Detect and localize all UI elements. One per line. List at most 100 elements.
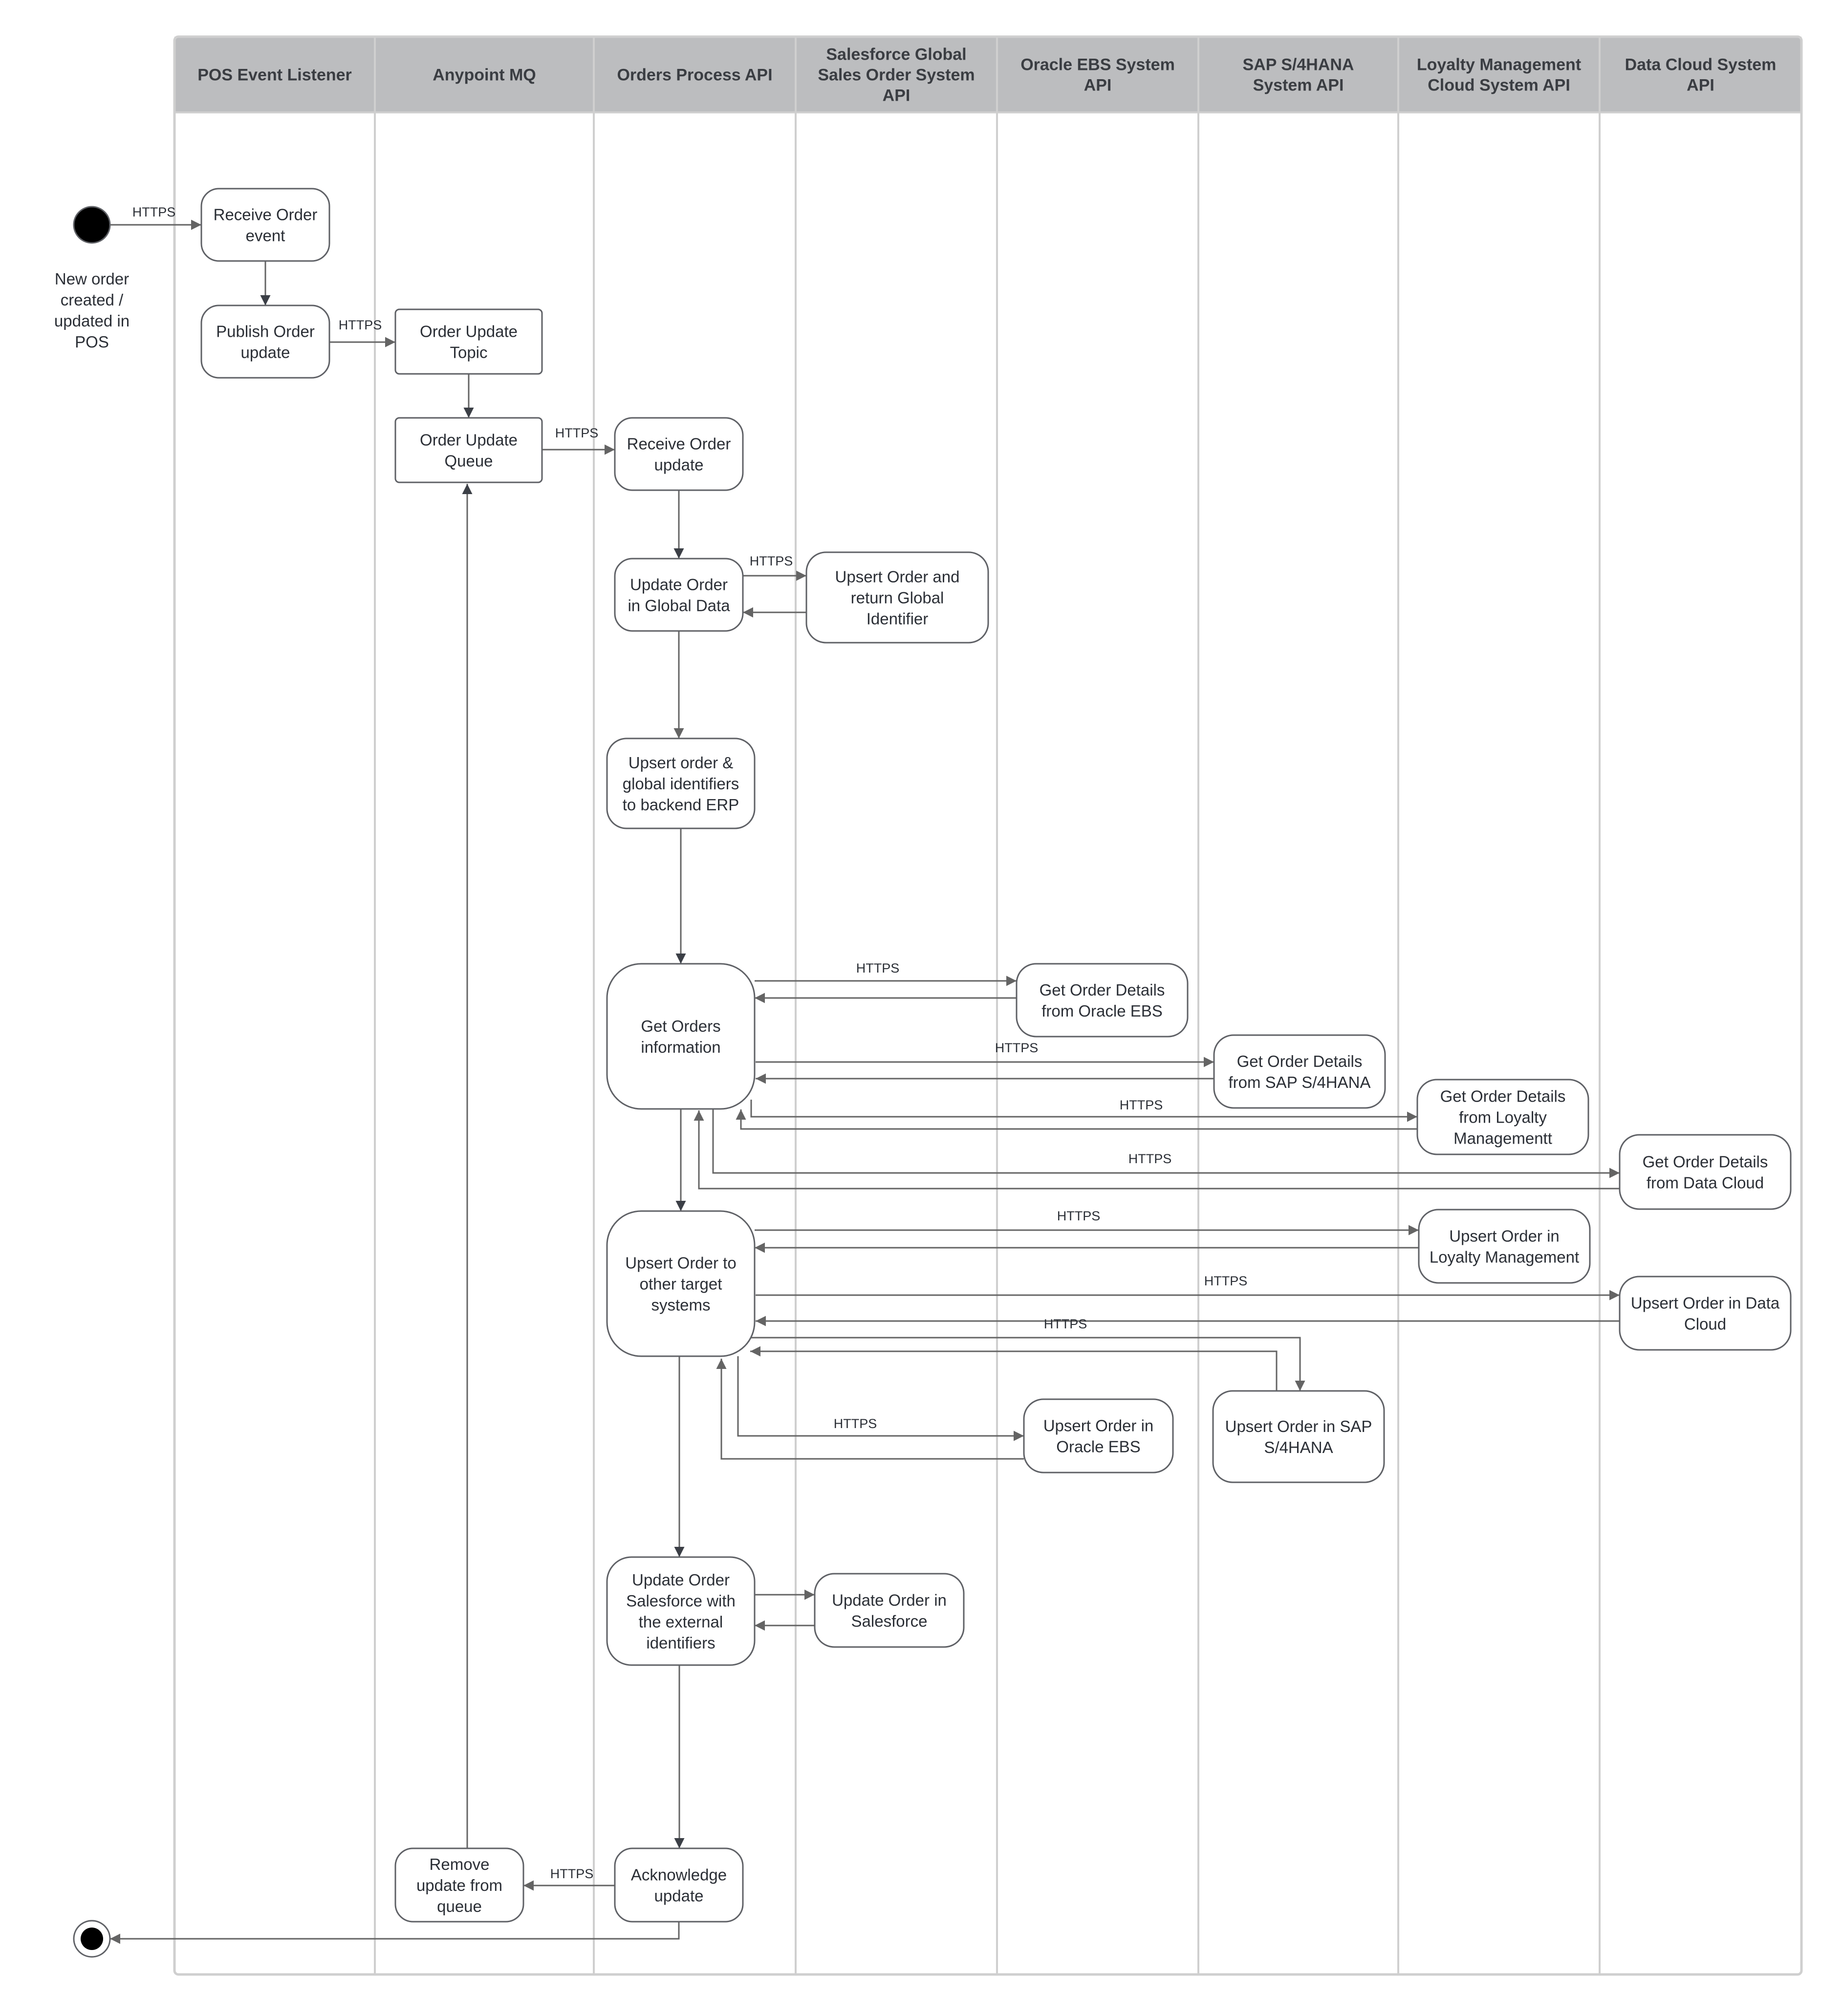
activity-node: Remove update from queue — [394, 1847, 524, 1923]
start-note-line: New order — [55, 270, 129, 288]
activity-node-box — [394, 417, 543, 483]
activity-node-label: update from — [416, 1876, 502, 1894]
lane-title: SAP S/4HANA — [1243, 56, 1354, 74]
edge-label-https: HTTPS — [550, 1866, 594, 1881]
activity-node-label: from Oracle EBS — [1041, 1002, 1163, 1020]
activity-node-label: from Data Cloud — [1647, 1174, 1764, 1192]
edge-label-https: HTTPS — [856, 961, 900, 975]
activity-node-box — [1023, 1398, 1174, 1474]
edge-label-https: HTTPS — [750, 554, 793, 568]
activity-node-label: return Global — [851, 589, 944, 607]
activity-node-label: Get Order Details — [1237, 1052, 1363, 1070]
activity-node-box — [606, 963, 756, 1110]
activity-node-label: global identifiers — [623, 775, 739, 793]
activity-node-label: to backend ERP — [623, 796, 739, 814]
activity-node-label: Update Order — [632, 1571, 730, 1589]
activity-node: Get Order Details from SAP S/4HANA — [1213, 1034, 1386, 1109]
activity-node-label: Upsert Order to — [625, 1254, 736, 1272]
activity-node-label: update — [241, 344, 290, 362]
activity-node-box — [614, 1847, 744, 1923]
activity-node-box — [1016, 963, 1189, 1038]
activity-node-label: Loyalty Management — [1430, 1248, 1579, 1266]
lane-title: Cloud System API — [1428, 76, 1570, 95]
lane-title: Anypoint MQ — [433, 66, 536, 85]
activity-node-label: Topic — [450, 344, 487, 362]
activity-node-label: Salesforce — [851, 1612, 928, 1630]
lane-title: API — [1687, 76, 1714, 95]
activity-node-label: Remove — [430, 1855, 490, 1873]
lane-title: Loyalty Management — [1417, 56, 1581, 74]
activity-node: Upsert Order in Loyalty Management — [1418, 1209, 1591, 1284]
activity-node-label: Update Order in — [832, 1591, 947, 1609]
activity-node-label: event — [246, 227, 285, 245]
activity-node-box — [814, 1573, 965, 1648]
activity-node: Receive Order update — [614, 417, 744, 491]
activity-node-box — [1619, 1134, 1792, 1210]
start-note: New order created / updated in POS — [54, 270, 130, 351]
activity-node: Receive Order event — [200, 188, 330, 262]
lane-title: Oracle EBS System — [1020, 56, 1175, 74]
activity-node-label: information — [641, 1038, 720, 1056]
activity-node-label: Upsert Order in SAP — [1225, 1417, 1372, 1435]
activity-node-label: Order Update — [420, 431, 518, 449]
edge-label-https: HTTPS — [995, 1041, 1039, 1055]
activity-node: Update Order Salesforce with the external i… — [606, 1556, 756, 1666]
edge-label-https: HTTPS — [1128, 1151, 1172, 1166]
activity-node-label: Identifier — [867, 610, 929, 628]
activity-node-label: in Global Data — [628, 597, 730, 615]
activity-node-label: Queue — [444, 452, 493, 470]
edge-label-https: HTTPS — [132, 205, 176, 219]
start-note-line: created / — [61, 291, 124, 309]
end-node — [73, 1920, 111, 1958]
activity-node-box — [200, 304, 330, 379]
lane-title: Data Cloud System — [1625, 56, 1777, 74]
activity-node-label: Upsert Order in — [1043, 1417, 1154, 1435]
activity-node-box — [1212, 1390, 1385, 1483]
activity-node: Get Orders information — [606, 963, 756, 1110]
lane-title: API — [883, 87, 911, 105]
start-node — [73, 206, 111, 244]
activity-node-label: Get Order Details — [1040, 981, 1165, 999]
swimlane-diagram: POS Event Listener Anypoint MQ Orders Proc… — [54, 35, 1803, 1976]
activity-node: Upsert Order in SAP S/4HANA — [1212, 1390, 1385, 1483]
edge-label-https: HTTPS — [339, 318, 382, 332]
activity-node-label: from Loyalty — [1459, 1108, 1547, 1127]
lane-title: Orders Process API — [617, 66, 772, 85]
activity-node-label: Publish Order — [216, 323, 315, 341]
lane-title: System API — [1253, 76, 1344, 95]
edge-label-https: HTTPS — [555, 426, 599, 440]
activity-node: Get Order Details from Loyalty Managementt — [1416, 1079, 1589, 1155]
activity-node: Update Order in Global Data — [614, 558, 744, 632]
activity-node-label: update — [654, 456, 704, 474]
lane-header-mq: Anypoint MQ — [433, 66, 536, 85]
activity-node-label: Get Orders — [641, 1017, 720, 1035]
activity-node: Upsert order & global identifiers to backe… — [606, 737, 756, 829]
activity-node-box — [1418, 1209, 1591, 1284]
lane-title: API — [1084, 76, 1112, 95]
activity-node-label: Get Order Details — [1440, 1087, 1566, 1106]
lane-header-bar — [174, 37, 1801, 112]
lane-header-pos: POS Event Listener — [197, 66, 352, 85]
lane-title: Sales Order System — [818, 66, 975, 85]
activity-node-label: Upsert Order in — [1449, 1227, 1560, 1245]
start-note-line: POS — [75, 333, 109, 351]
activity-node-label: Get Order Details — [1643, 1153, 1768, 1171]
activity-node-label: Oracle EBS — [1056, 1438, 1140, 1456]
activity-node-label: the external — [639, 1613, 723, 1631]
activity-node-label: Update Order — [630, 576, 728, 594]
activity-node-label: Cloud — [1684, 1315, 1726, 1333]
activity-node-label: Upsert Order in Data — [1631, 1294, 1780, 1312]
connector-arrow — [751, 1337, 1305, 1391]
activity-node: Get Order Details from Oracle EBS — [1016, 963, 1189, 1038]
edge-label-https: HTTPS — [1057, 1209, 1101, 1223]
activity-node-label: queue — [437, 1897, 482, 1915]
activity-node-label: S/4HANA — [1264, 1438, 1333, 1456]
activity-node: Get Order Details from Data Cloud — [1619, 1134, 1792, 1210]
edge-label-https: HTTPS — [1120, 1098, 1163, 1112]
activity-node: Order Update Topic — [394, 308, 543, 375]
activity-node: Upsert Order to other target systems — [606, 1210, 756, 1357]
activity-node-label: identifiers — [646, 1634, 715, 1652]
activity-node-box — [200, 188, 330, 262]
edge-label-https: HTTPS — [1204, 1274, 1248, 1288]
activity-node: Update Order in Salesforce — [814, 1573, 965, 1648]
